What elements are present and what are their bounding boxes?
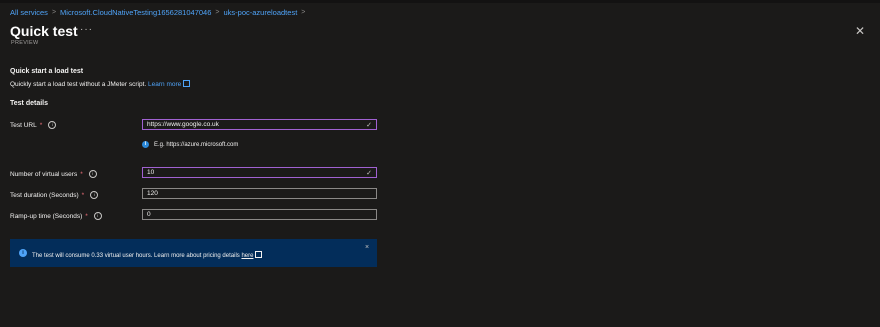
required-marker: *	[81, 191, 85, 199]
breadcrumb-item-all-services[interactable]: All services	[10, 8, 48, 17]
required-marker: *	[80, 170, 83, 178]
test-details-title: Test details	[10, 100, 48, 107]
required-marker: *	[39, 121, 43, 129]
learn-more-link[interactable]: Learn more	[148, 79, 191, 88]
checkmark-icon: ✓	[366, 169, 372, 177]
breadcrumb-separator: >	[215, 9, 220, 16]
test-url-label: Test URL * i	[10, 121, 57, 129]
preview-label: PREVIEW	[11, 40, 39, 46]
info-icon[interactable]: i	[93, 212, 102, 220]
quickstart-desc-text: Quickly start a load test without a JMet…	[10, 81, 147, 88]
info-filled-icon: i	[142, 141, 149, 148]
external-link-icon	[255, 250, 263, 258]
top-bar	[0, 0, 880, 3]
test-duration-input[interactable]: 120	[142, 188, 377, 199]
virtual-users-label: Number of virtual users * i	[10, 170, 97, 178]
quickstart-description: Quickly start a load test without a JMet…	[10, 79, 191, 88]
breadcrumb-item-loadtest[interactable]: uks-poc-azureloadtest	[223, 8, 297, 17]
pricing-here-link[interactable]: here	[241, 253, 253, 259]
info-filled-icon: i	[19, 249, 27, 257]
info-icon[interactable]: i	[90, 191, 99, 199]
virtual-users-input[interactable]: 10 ✓	[142, 167, 377, 178]
banner-close-icon[interactable]: ×	[365, 244, 369, 251]
url-example-hint: i E.g. https://azure.microsoft.com	[142, 141, 238, 148]
checkmark-icon: ✓	[366, 121, 372, 129]
banner-text: The test will consume 0.33 virtual user …	[32, 250, 263, 259]
pricing-info-banner: i The test will consume 0.33 virtual use…	[10, 239, 377, 267]
page-title: Quick test	[10, 23, 78, 39]
info-icon[interactable]: i	[48, 121, 57, 129]
rampup-time-label: Ramp-up time (Seconds) * i	[10, 212, 102, 220]
quickstart-title: Quick start a load test	[10, 68, 84, 75]
breadcrumb: All services > Microsoft.CloudNativeTest…	[10, 8, 305, 17]
test-url-input[interactable]: https://www.google.co.uk ✓	[142, 119, 377, 130]
test-duration-label: Test duration (Seconds) * i	[10, 191, 99, 199]
breadcrumb-separator: >	[301, 9, 306, 16]
breadcrumb-item-cloudnativetesting[interactable]: Microsoft.CloudNativeTesting165628104704…	[60, 8, 211, 17]
breadcrumb-separator: >	[51, 9, 57, 16]
required-marker: *	[85, 212, 88, 220]
close-icon[interactable]: ✕	[855, 24, 865, 38]
external-link-icon	[183, 79, 191, 87]
info-icon[interactable]: i	[88, 170, 97, 178]
more-options-button[interactable]: ···	[80, 24, 93, 35]
rampup-time-input[interactable]: 0	[142, 209, 377, 220]
